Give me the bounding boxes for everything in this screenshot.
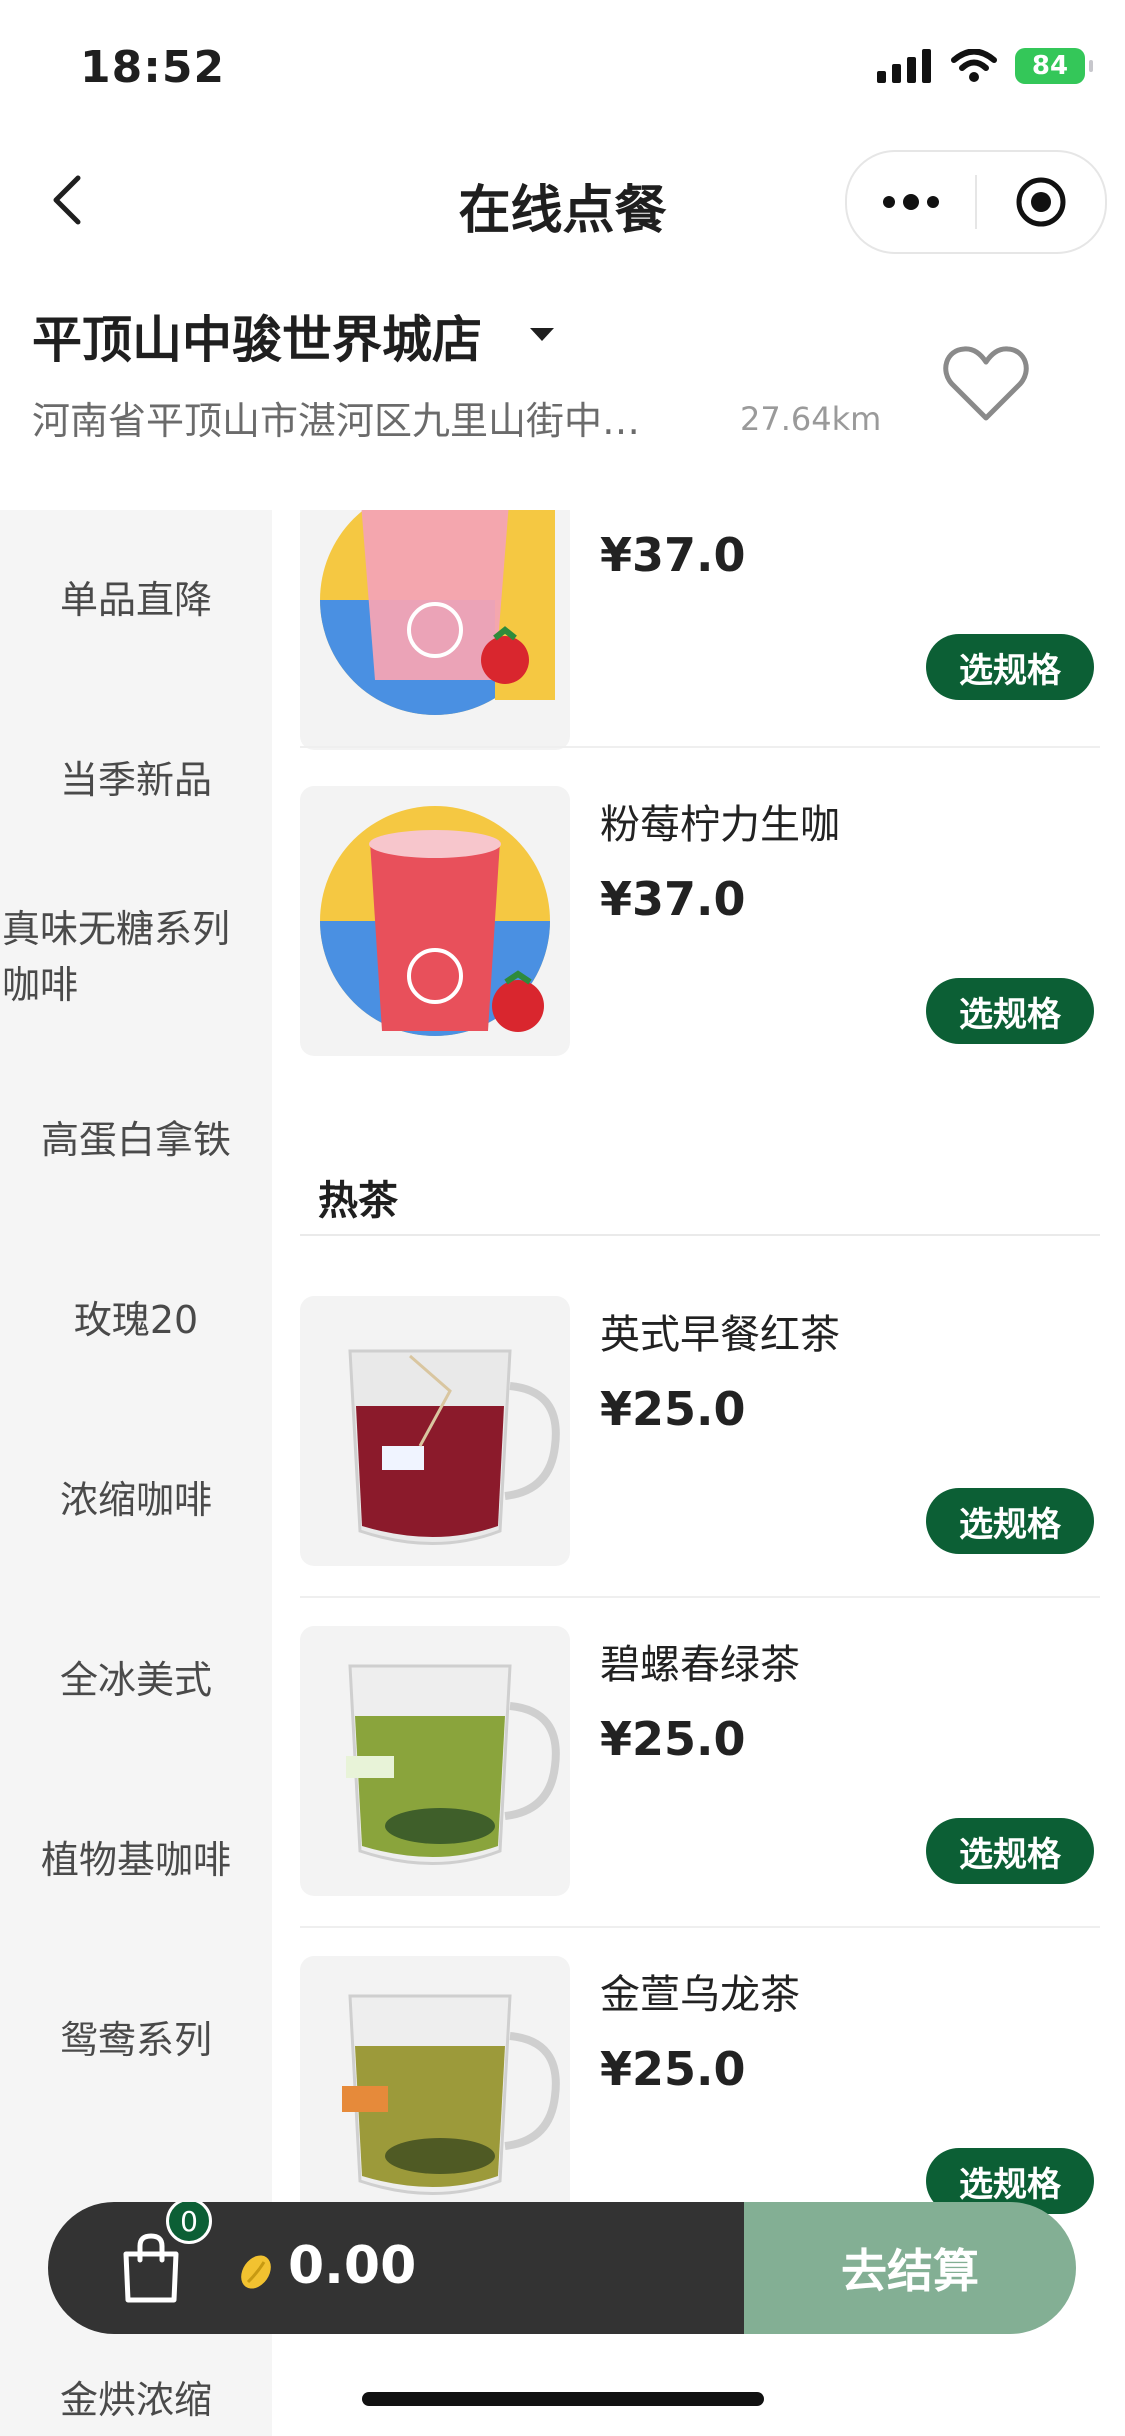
- product-list: ¥37.0 选规格 粉莓柠力生咖 ¥37.0 选规格 热茶 英式早餐红茶 ¥25…: [272, 510, 1125, 2436]
- category-item[interactable]: 高蛋白拿铁: [0, 1112, 272, 1168]
- product-item[interactable]: 粉莓柠力生咖 ¥37.0 选规格: [300, 786, 1100, 1086]
- status-time: 18:52: [80, 42, 226, 93]
- category-sidebar: 单品直降 当季新品 真味无糖系列 咖啡 高蛋白拿铁 玫瑰20 浓缩咖啡 全冰美式…: [0, 510, 272, 2436]
- section-divider: [300, 1234, 1100, 1236]
- section-title: 热茶: [318, 1178, 398, 1224]
- product-item[interactable]: ¥37.0 选规格: [300, 510, 1100, 780]
- product-price: ¥37.0: [600, 872, 746, 926]
- signal-icon: [877, 49, 931, 83]
- product-image: [300, 1626, 570, 1896]
- store-address: 河南省平顶山市湛河区九里山街中…: [32, 399, 641, 443]
- choose-spec-button[interactable]: 选规格: [926, 634, 1094, 700]
- item-divider: [300, 1596, 1100, 1598]
- target-icon[interactable]: [977, 152, 1105, 252]
- cart-count-badge: 0: [166, 2202, 212, 2244]
- home-indicator: [362, 2392, 764, 2406]
- battery-indicator: 84: [1015, 48, 1093, 84]
- product-name: 粉莓柠力生咖: [600, 802, 840, 848]
- category-item[interactable]: 植物基咖啡: [0, 1832, 272, 1888]
- product-item[interactable]: 碧螺春绿茶 ¥25.0 选规格: [300, 1626, 1100, 1928]
- product-image: [300, 1956, 570, 2226]
- store-name[interactable]: 平顶山中骏世界城店: [32, 300, 482, 372]
- category-item[interactable]: 全冰美式: [0, 1652, 272, 1708]
- heart-icon: [943, 346, 1029, 421]
- category-item[interactable]: 真味无糖系列 咖啡: [0, 901, 272, 1013]
- product-price: ¥25.0: [600, 1712, 746, 1766]
- product-price: ¥37.0: [600, 528, 746, 582]
- favorite-button[interactable]: [942, 344, 1030, 428]
- mini-program-capsule: [845, 150, 1107, 254]
- cart-amount: 0.00: [288, 2236, 417, 2296]
- product-item[interactable]: 英式早餐红茶 ¥25.0 选规格: [300, 1296, 1100, 1598]
- product-price: ¥25.0: [600, 1382, 746, 1436]
- status-bar: 18:52 84: [0, 0, 1125, 140]
- product-name: 金萱乌龙茶: [600, 1972, 800, 2018]
- product-image: [300, 510, 570, 750]
- category-item[interactable]: 当季新品: [0, 752, 272, 808]
- caret-down-icon[interactable]: [530, 328, 554, 341]
- cart-summary[interactable]: 0 0.00: [48, 2202, 744, 2334]
- item-divider: [300, 1926, 1100, 1928]
- status-icons: 84: [877, 44, 1093, 88]
- more-dots-icon[interactable]: [847, 152, 975, 252]
- category-item[interactable]: 单品直降: [0, 572, 272, 628]
- coffee-bean-icon: [236, 2252, 276, 2296]
- nav-bar: 在线点餐: [0, 140, 1125, 260]
- product-image: [300, 786, 570, 1056]
- category-item[interactable]: 鸳鸯系列: [0, 2012, 272, 2068]
- choose-spec-button[interactable]: 选规格: [926, 1818, 1094, 1884]
- product-name: 英式早餐红茶: [600, 1312, 840, 1358]
- product-price: ¥25.0: [600, 2042, 746, 2096]
- checkout-button[interactable]: 去结算: [744, 2202, 1076, 2334]
- store-distance: 27.64km: [740, 400, 882, 438]
- choose-spec-button[interactable]: 选规格: [926, 1488, 1094, 1554]
- product-name: 碧螺春绿茶: [600, 1642, 800, 1688]
- category-item[interactable]: 浓缩咖啡: [0, 1472, 272, 1528]
- product-image: [300, 1296, 570, 1566]
- category-item[interactable]: 金烘浓缩: [0, 2372, 272, 2428]
- shopping-bag-icon[interactable]: [120, 2232, 182, 2308]
- category-label: 真味无糖系列: [2, 907, 231, 951]
- choose-spec-button[interactable]: 选规格: [926, 978, 1094, 1044]
- category-label: 咖啡: [2, 963, 79, 1007]
- battery-level: 84: [1031, 51, 1069, 81]
- wifi-icon: [951, 49, 997, 82]
- category-item[interactable]: 玫瑰20: [0, 1292, 272, 1348]
- item-divider: [300, 746, 1100, 748]
- cart-bar: 0 0.00 去结算: [48, 2202, 1076, 2334]
